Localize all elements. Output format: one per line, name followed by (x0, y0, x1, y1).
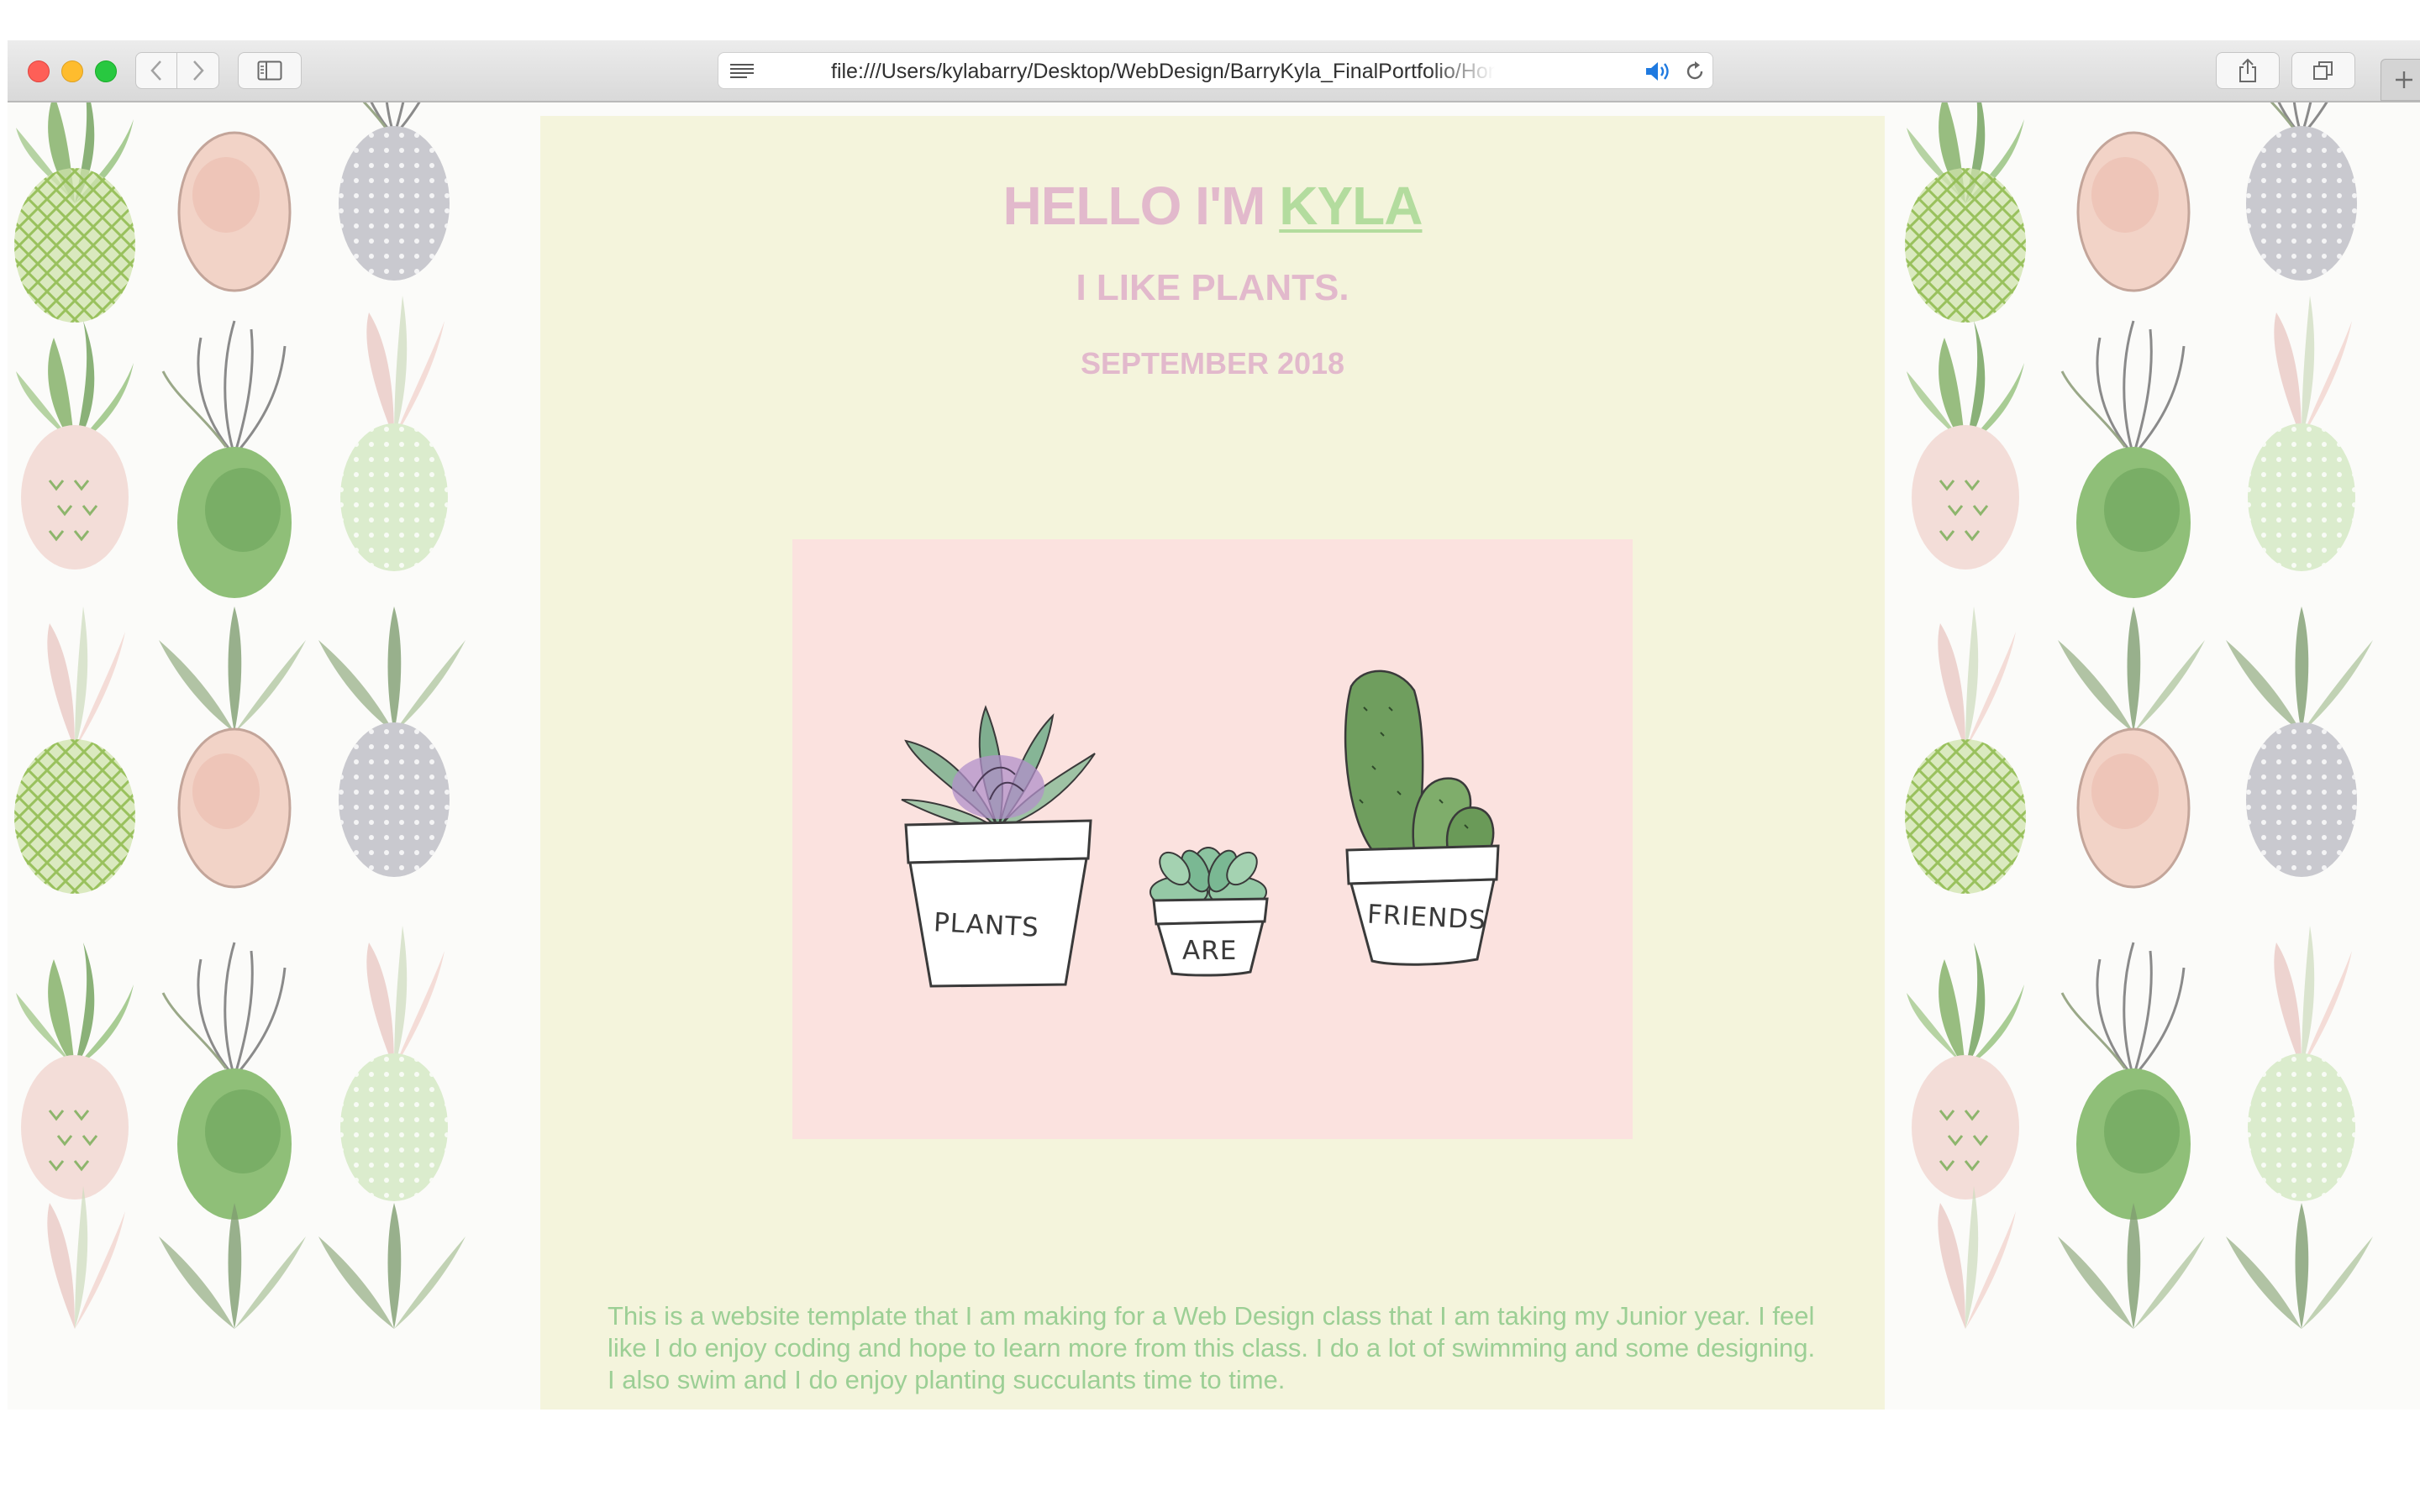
tab-overview-icon (2313, 61, 2333, 80)
pot-label-are: ARE (1182, 936, 1237, 966)
forward-button[interactable] (177, 52, 219, 89)
page-heading: HELLO I'M KYLA (540, 175, 1885, 237)
web-viewport: HELLO I'M KYLA I LIKE PLANTS. SEPTEMBER … (8, 102, 2420, 1410)
share-button[interactable] (2216, 52, 2280, 89)
zoom-window-button[interactable] (95, 60, 117, 82)
chevron-left-icon (150, 60, 161, 81)
content-panel: HELLO I'M KYLA I LIKE PLANTS. SEPTEMBER … (540, 116, 1885, 1410)
tab-overview-button[interactable] (2291, 52, 2355, 89)
reader-view-icon[interactable] (730, 63, 754, 80)
about-paragraph: This is a website template that I am mak… (608, 1301, 1816, 1394)
url-text[interactable]: file:///Users/kylabarry/Desktop/WebDesig… (831, 60, 1495, 83)
chevron-right-icon (192, 60, 204, 81)
name-link[interactable]: KYLA (1279, 176, 1423, 236)
address-bar[interactable]: file:///Users/kylabarry/Desktop/WebDesig… (718, 52, 1713, 89)
new-tab-button[interactable] (2381, 59, 2420, 101)
plants-pot: PLANTS (904, 819, 1092, 988)
plants-are-friends-illustration: PLANTS ARE FRIENDS (792, 539, 1633, 1139)
sidebar-icon (257, 60, 282, 81)
share-icon (2239, 58, 2256, 82)
cactus-plant (1344, 669, 1495, 852)
pot-label-plants: PLANTS (933, 907, 1039, 943)
minimize-window-button[interactable] (61, 60, 83, 82)
back-button[interactable] (135, 52, 177, 89)
browser-toolbar: file:///Users/kylabarry/Desktop/WebDesig… (8, 40, 2420, 102)
pot-label-friends: FRIENDS (1366, 900, 1487, 936)
reload-icon[interactable] (1683, 60, 1707, 83)
close-window-button[interactable] (28, 60, 50, 82)
sidebar-toggle-button[interactable] (238, 52, 302, 89)
succulent-pots-drawing: PLANTS ARE FRIENDS (901, 669, 1500, 988)
tagline: I LIKE PLANTS. (1076, 267, 1349, 308)
date-heading: SEPTEMBER 2018 (1080, 346, 1345, 381)
echeveria-plant (901, 705, 1096, 832)
speaker-icon[interactable] (1644, 60, 1671, 83)
screen-bottom-area (0, 1410, 2420, 1512)
are-pot: ARE (1152, 897, 1269, 977)
plus-icon (2396, 71, 2412, 88)
friends-pot: FRIENDS (1345, 844, 1500, 966)
heading-prefix: HELLO I'M (1002, 176, 1280, 236)
